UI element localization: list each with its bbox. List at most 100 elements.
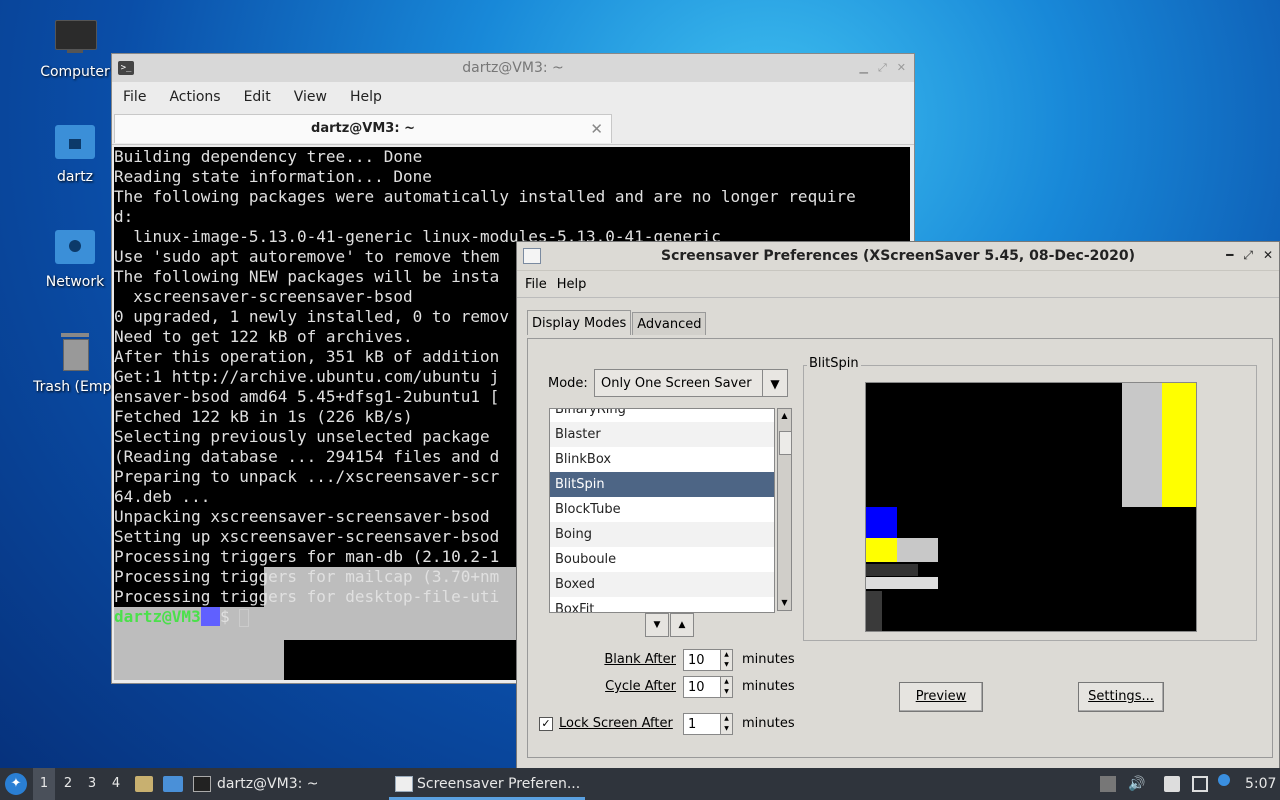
task-terminal[interactable]: dartz@VM3: ~ xyxy=(193,768,383,800)
cycle-after-spinner[interactable]: 10 ▲ ▼ xyxy=(683,676,733,698)
lock-screen-unit: minutes xyxy=(742,716,795,731)
cycle-after-value: 10 xyxy=(688,680,705,695)
close-icon[interactable]: ✕ xyxy=(897,61,906,75)
terminal-line: d: xyxy=(114,207,134,226)
xss-menubar: File Help xyxy=(517,271,1279,298)
maximize-icon[interactable]: ⤢ xyxy=(1243,248,1253,263)
settings-button[interactable]: Settings... xyxy=(1078,682,1164,712)
volume-icon[interactable]: 🔊 xyxy=(1128,776,1145,792)
tray-icon[interactable] xyxy=(1100,776,1116,792)
list-item[interactable]: BlitSpin xyxy=(550,472,774,497)
mode-value: Only One Screen Saver xyxy=(601,376,752,391)
network-folder-icon xyxy=(55,228,95,268)
scroll-down-icon[interactable]: ▼ xyxy=(778,596,791,610)
home-folder-icon xyxy=(55,123,95,163)
menu-file[interactable]: File xyxy=(521,277,551,292)
terminal-tab[interactable]: dartz@VM3: ~ ✕ xyxy=(114,114,612,143)
screensaver-list[interactable]: BinaryRing Blaster BlinkBox BlitSpin BlockTu… xyxy=(549,408,775,613)
terminal-menubar: File Actions Edit View Help xyxy=(112,82,914,112)
list-item[interactable]: BlinkBox xyxy=(550,447,774,472)
show-desktop-icon[interactable] xyxy=(163,776,183,792)
preview-block xyxy=(866,538,897,562)
terminal-icon: >_ xyxy=(118,61,134,75)
close-icon[interactable]: ✕ xyxy=(1263,248,1273,263)
preview-block xyxy=(866,564,918,576)
preview-block xyxy=(866,591,882,631)
lock-screen-value: 1 xyxy=(688,717,697,732)
tab-advanced[interactable]: Advanced xyxy=(632,312,707,335)
workspace-4[interactable]: 4 xyxy=(105,768,127,800)
workspace-1[interactable]: 1 xyxy=(33,768,55,800)
terminal-titlebar[interactable]: >_ dartz@VM3: ~ ▁ ⤢ ✕ xyxy=(112,54,914,82)
cycle-after-unit: minutes xyxy=(742,679,795,694)
file-manager-icon[interactable] xyxy=(135,776,153,792)
selection-highlight xyxy=(284,640,524,680)
preview-button[interactable]: Preview xyxy=(899,682,983,712)
desktop-icon-network[interactable]: Network xyxy=(27,228,123,290)
scroll-thumb[interactable] xyxy=(779,431,792,455)
blank-after-unit: minutes xyxy=(742,652,795,667)
list-item[interactable]: BinaryRing xyxy=(550,409,774,422)
desktop-icon-label: dartz xyxy=(56,169,94,185)
blank-after-value: 10 xyxy=(688,653,705,668)
preview-block xyxy=(866,507,897,538)
scroll-up-icon[interactable]: ▲ xyxy=(778,409,791,423)
menu-view[interactable]: View xyxy=(287,89,334,105)
trash-icon xyxy=(55,333,95,373)
mode-label: Mode: xyxy=(548,376,588,391)
lock-screen-spinner[interactable]: 1 ▲ ▼ xyxy=(683,713,733,735)
app-menu-icon[interactable]: ✦ xyxy=(5,773,27,795)
maximize-icon[interactable]: ⤢ xyxy=(878,61,887,75)
list-item[interactable]: BoxFit xyxy=(550,597,774,612)
screensaver-preferences-window[interactable]: Screensaver Preferences (XScreenSaver 5.… xyxy=(516,241,1280,769)
tab-label: dartz@VM3: ~ xyxy=(311,121,415,136)
list-item[interactable]: Boxed xyxy=(550,572,774,597)
display-icon[interactable] xyxy=(1192,776,1208,792)
task-screensaver[interactable]: Screensaver Preferen... xyxy=(389,768,585,800)
minimize-icon[interactable]: ━ xyxy=(1226,248,1233,263)
terminal-line: Building dependency tree... Done xyxy=(114,147,423,166)
task-label: Screensaver Preferen... xyxy=(417,776,581,792)
clipboard-icon[interactable] xyxy=(1164,776,1180,792)
list-item[interactable]: Bouboule xyxy=(550,547,774,572)
blank-after-spinner[interactable]: 10 ▲ ▼ xyxy=(683,649,733,671)
blank-after-label: Blank After xyxy=(604,652,676,667)
menu-help[interactable]: Help xyxy=(553,277,591,292)
spinner-arrows-icon[interactable]: ▲ ▼ xyxy=(720,677,732,697)
terminal-tabbar: dartz@VM3: ~ ✕ xyxy=(112,112,914,145)
list-scrollbar[interactable]: ▲ ▼ xyxy=(777,408,792,611)
spinner-arrows-icon[interactable]: ▲ ▼ xyxy=(720,650,732,670)
next-button[interactable]: ▼ xyxy=(645,613,669,637)
menu-help[interactable]: Help xyxy=(343,89,389,105)
menu-file[interactable]: File xyxy=(116,89,153,105)
notification-icon[interactable] xyxy=(1218,774,1230,786)
preview-block xyxy=(1162,383,1196,507)
computer-icon xyxy=(55,18,97,58)
workspace-2[interactable]: 2 xyxy=(57,768,79,800)
workspace-3[interactable]: 3 xyxy=(81,768,103,800)
previous-button[interactable]: ▲ xyxy=(670,613,694,637)
preview-block xyxy=(1122,383,1162,507)
window-title: Screensaver Preferences (XScreenSaver 5.… xyxy=(660,248,1136,264)
list-item[interactable]: BlockTube xyxy=(550,497,774,522)
tab-display-modes[interactable]: Display Modes xyxy=(527,310,632,335)
minimize-icon[interactable]: ▁ xyxy=(860,61,868,75)
preview-canvas xyxy=(865,382,1197,632)
desktop-icon-home[interactable]: dartz xyxy=(27,123,123,185)
terminal-line: The following packages were automaticall… xyxy=(114,187,856,206)
lock-screen-checkbox[interactable]: ✓ xyxy=(539,717,553,731)
menu-edit[interactable]: Edit xyxy=(237,89,278,105)
desktop-icon-trash[interactable]: Trash (Empt xyxy=(27,333,123,395)
desktop-icon-computer[interactable]: Computer xyxy=(27,18,123,80)
mode-select[interactable]: Only One Screen Saver ▼ xyxy=(594,369,788,397)
xss-titlebar[interactable]: Screensaver Preferences (XScreenSaver 5.… xyxy=(517,242,1279,271)
list-item[interactable]: Blaster xyxy=(550,422,774,447)
tab-close-icon[interactable]: ✕ xyxy=(590,115,603,143)
window-icon xyxy=(395,776,413,792)
spinner-arrows-icon[interactable]: ▲ ▼ xyxy=(720,714,732,734)
task-label: dartz@VM3: ~ xyxy=(217,776,319,792)
terminal-icon xyxy=(193,776,211,792)
cycle-after-label: Cycle After xyxy=(605,679,676,694)
menu-actions[interactable]: Actions xyxy=(162,89,227,105)
list-item[interactable]: Boing xyxy=(550,522,774,547)
